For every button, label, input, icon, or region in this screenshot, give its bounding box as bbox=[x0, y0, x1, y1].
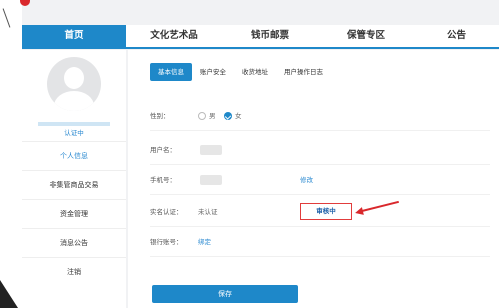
sidebar-item-logout[interactable]: 注销 bbox=[22, 257, 126, 286]
bank-row: 银行账号： 绑定 bbox=[150, 228, 490, 257]
review-status-box: 审核中 bbox=[300, 203, 352, 220]
sidebar-item-messages[interactable]: 消息公告 bbox=[22, 228, 126, 257]
phone-edit-link[interactable]: 修改 bbox=[300, 166, 313, 194]
auth-status: 认证中 bbox=[64, 129, 84, 137]
gender-row: 性别： 男 女 bbox=[150, 102, 490, 131]
gender-male-label[interactable]: 男 bbox=[209, 102, 216, 130]
nav-item-notice[interactable]: 公告 bbox=[414, 25, 499, 47]
nav-item-art[interactable]: 文化艺术品 bbox=[126, 25, 222, 47]
realname-row: 实名认证： 未认证 审核中 bbox=[150, 198, 490, 227]
tab-bar: 基本信息 账户安全 收货地址 用户操作日志 bbox=[150, 63, 331, 81]
phone-row: 手机号： 修改 bbox=[150, 166, 490, 195]
annotation-arrow-line bbox=[357, 200, 399, 213]
nav-item-home[interactable]: 首页 bbox=[22, 25, 126, 47]
avatar-head bbox=[64, 67, 84, 89]
gender-female-radio[interactable] bbox=[224, 112, 232, 120]
auth-progress-bar bbox=[38, 122, 110, 126]
avatar[interactable] bbox=[47, 57, 101, 111]
tab-account-security[interactable]: 账户安全 bbox=[192, 63, 234, 81]
bank-label: 银行账号： bbox=[150, 238, 183, 246]
phone-label: 手机号： bbox=[150, 176, 176, 184]
realname-status: 未认证 bbox=[198, 208, 218, 216]
nav-item-custody[interactable]: 保管专区 bbox=[318, 25, 414, 47]
side-menu: 个人信息 非集管商品交易 资金管理 消息公告 注销 bbox=[22, 141, 126, 286]
username-value bbox=[200, 145, 222, 155]
logo-mark bbox=[20, 0, 30, 6]
tab-operation-log[interactable]: 用户操作日志 bbox=[276, 63, 331, 81]
bank-bind-link[interactable]: 绑定 bbox=[198, 228, 211, 256]
gender-female-label[interactable]: 女 bbox=[235, 102, 242, 130]
left-margin bbox=[0, 0, 22, 308]
gender-label: 性别： bbox=[150, 112, 170, 120]
sidebar-item-funds[interactable]: 资金管理 bbox=[22, 199, 126, 228]
top-nav: 首页 文化艺术品 钱币邮票 保管专区 公告 bbox=[22, 25, 499, 47]
save-button[interactable]: 保存 bbox=[152, 285, 298, 303]
nav-item-coins-stamps[interactable]: 钱币邮票 bbox=[222, 25, 318, 47]
username-label: 用户名： bbox=[150, 146, 176, 154]
sidebar-item-profile[interactable]: 个人信息 bbox=[22, 141, 126, 170]
tab-basic-info[interactable]: 基本信息 bbox=[150, 63, 192, 81]
phone-value bbox=[200, 175, 222, 185]
sidebar-item-trading[interactable]: 非集管商品交易 bbox=[22, 170, 126, 199]
sidebar: 认证中 个人信息 非集管商品交易 资金管理 消息公告 注销 bbox=[22, 50, 126, 308]
main-panel: 基本信息 账户安全 收货地址 用户操作日志 性别： 男 女 用户名： 手机号： … bbox=[128, 50, 499, 308]
avatar-body bbox=[54, 91, 94, 111]
tab-shipping-address[interactable]: 收货地址 bbox=[234, 63, 276, 81]
nav-underline bbox=[22, 47, 499, 49]
gender-male-radio[interactable] bbox=[198, 112, 206, 120]
username-row: 用户名： bbox=[150, 136, 490, 165]
annotation-arrow-icon bbox=[354, 207, 364, 217]
realname-label: 实名认证： bbox=[150, 208, 183, 216]
